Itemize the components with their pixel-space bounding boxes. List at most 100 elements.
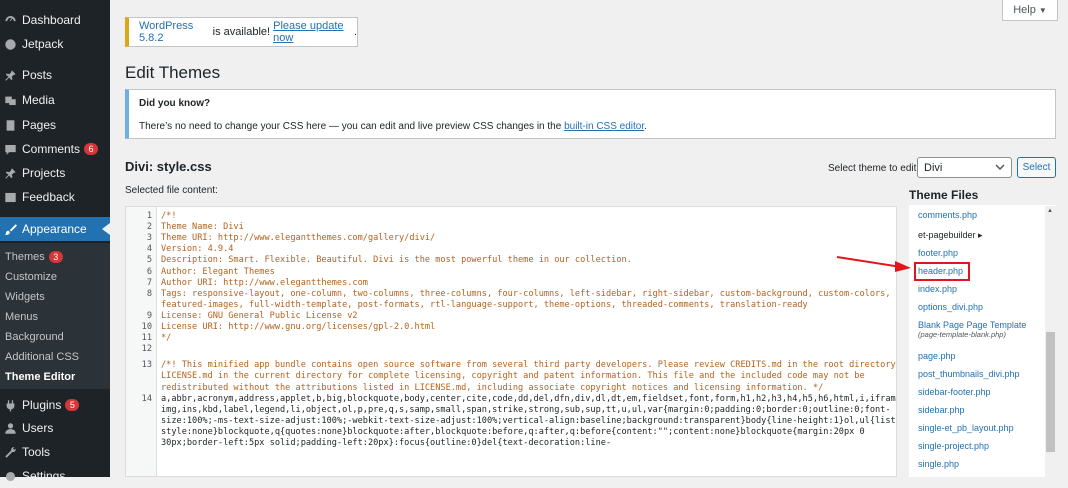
update-notice: WordPress 5.8.2 is available! Please upd… [125,17,358,47]
css-editor-link[interactable]: built-in CSS editor [564,121,644,132]
file-index-php[interactable]: index.php [918,284,957,294]
sidebar-item-label: Comments [22,142,81,156]
files-scrollbar-thumb[interactable] [1046,332,1055,452]
sidebar-item-label: Users [22,421,54,435]
sidebar-item-posts[interactable]: Posts [0,63,110,87]
sidebar-item-label: Feedback [22,190,75,204]
sidebar-item-label: Appearance [22,222,87,236]
page-title: Edit Themes [125,63,221,82]
select-button[interactable]: Select [1017,157,1056,178]
code-line: Tags: responsive-layout, one-column, two… [161,288,891,299]
caret-down-icon: ▼ [1038,5,1047,15]
settings-icon [4,470,17,483]
sidebar-item-label: Plugins [22,398,62,412]
sidebar-item-pages[interactable]: Pages [0,113,110,137]
code-line: Author: Elegant Themes [161,266,275,277]
sidebar-item-label: Settings [22,469,66,483]
red-arrow-icon [836,256,911,272]
file-options-divi-php[interactable]: options_divi.php [918,302,983,312]
themes-count-badge: 3 [48,251,63,263]
dashboard-icon [4,14,17,27]
sidebar-item-projects[interactable]: Projects [0,161,110,185]
submenu-customize[interactable]: Customize [5,271,57,283]
line-number: 5 [146,255,152,266]
theme-select-value: Divi [924,161,943,174]
sidebar-item-settings[interactable]: Settings [0,464,110,488]
code-line: img,ins,kbd,label,legend,li,object,ol,p,… [161,404,891,415]
theme-files-title: Theme Files [909,188,979,202]
file-sublabel: (page-template-blank.php) [918,330,1006,339]
sidebar-item-media[interactable]: Media [0,88,110,112]
update-now-link[interactable]: Please update now [273,20,354,44]
wordpress-version-link[interactable]: WordPress 5.8.2 [139,20,210,44]
line-number: 11 [141,333,152,344]
notice-text: There’s no need to change your CSS here … [139,121,565,132]
code-line: /*! [161,211,177,221]
brush-icon [4,223,17,236]
notice-end: . [353,26,357,38]
file-single-php[interactable]: single.php [918,459,959,469]
code-line: style:none}blockquote,q{quotes:none}bloc… [161,426,865,437]
sidebar-item-users[interactable]: Users [0,416,110,440]
theme-select[interactable]: Divi [917,157,1012,178]
file-label: Blank Page Page Template [918,320,1027,330]
submenu-widgets[interactable]: Widgets [5,291,45,303]
folder-et-pagebuilder[interactable]: et-pagebuilder ▸ [918,230,983,241]
theme-files-list: comments.php et-pagebuilder ▸ footer.php… [909,205,1056,477]
file-comments-php[interactable]: comments.php [918,210,977,220]
plugins-count-badge: 5 [65,399,80,411]
file-title: Divi: style.css [125,159,212,174]
file-single-et-pb-layout-php[interactable]: single-et_pb_layout.php [918,423,1014,433]
code-editor[interactable]: 1 2 3 4 5 6 7 8 9 10 11 12 13 14 /*! Theme Name: Divi T… [125,206,897,477]
sidebar-item-plugins[interactable]: Plugins 5 [0,393,110,417]
code-line: Author URI: http://www.elegantthemes.com [161,277,368,288]
sidebar-item-dashboard[interactable]: Dashboard [0,8,110,32]
file-sidebar-php[interactable]: sidebar.php [918,405,965,415]
sidebar-item-label: Tools [22,445,51,459]
line-number: 7 [146,277,152,288]
sidebar-item-jetpack[interactable]: Jetpack [0,32,110,56]
users-icon [4,422,17,435]
code-line: Description: Smart. Flexible. Beautiful.… [161,255,632,266]
code-line: Version: 4.9.4 [161,244,234,255]
submenu-themes[interactable]: Themes 3 [5,251,63,263]
file-blank-page-template[interactable]: Blank Page Page Template (page-template-… [918,320,1026,339]
jetpack-icon [4,38,17,51]
line-number: 13 [141,360,152,371]
scroll-up-icon[interactable]: ▲ [1047,208,1053,214]
notice-title: Did you know? [139,98,211,109]
file-post-thumbnails-divi-php[interactable]: post_thumbnails_divi.php [918,369,1020,379]
sidebar-item-feedback[interactable]: Feedback [0,185,110,209]
help-tab-button[interactable]: Help ▼ [1002,0,1058,21]
code-line: 30px;border-left:5px solid;padding-left:… [161,438,612,448]
file-sidebar-footer-php[interactable]: sidebar-footer.php [918,387,991,397]
highlight-box [914,262,970,281]
media-icon [4,94,17,107]
code-line: Theme Name: Divi [161,222,244,233]
line-number: 9 [146,310,152,321]
sidebar-item-label: Projects [22,166,66,180]
file-page-php[interactable]: page.php [918,351,956,361]
submenu-additional-css[interactable]: Additional CSS [5,351,79,363]
admin-sidebar: Dashboard Jetpack Posts Media Pages Comm… [0,0,110,483]
submenu-background[interactable]: Background [5,331,64,343]
sidebar-item-tools[interactable]: Tools [0,440,110,464]
submenu-menus[interactable]: Menus [5,311,38,323]
line-number: 3 [146,233,152,244]
file-single-project-php[interactable]: single-project.php [918,441,989,451]
feedback-icon [4,191,17,204]
sidebar-item-comments[interactable]: Comments 6 [0,137,110,161]
sidebar-item-appearance[interactable]: Appearance [0,217,110,241]
sidebar-item-label: Pages [22,118,57,132]
pages-icon [4,119,17,132]
notice-body: There’s no need to change your CSS here … [139,121,1045,132]
sidebar-item-label: Dashboard [22,13,81,27]
comment-icon [4,143,17,156]
code-line: /*! This minified app bundle contains op… [161,360,897,371]
file-footer-php[interactable]: footer.php [918,248,958,258]
code-line: Theme URI: http://www.elegantthemes.com/… [161,233,436,244]
line-number: 2 [146,222,152,233]
did-you-know-notice: Did you know? There’s no need to change … [125,89,1056,139]
code-line: redistributed without the attributions l… [161,382,824,393]
submenu-theme-editor[interactable]: Theme Editor [5,371,75,383]
